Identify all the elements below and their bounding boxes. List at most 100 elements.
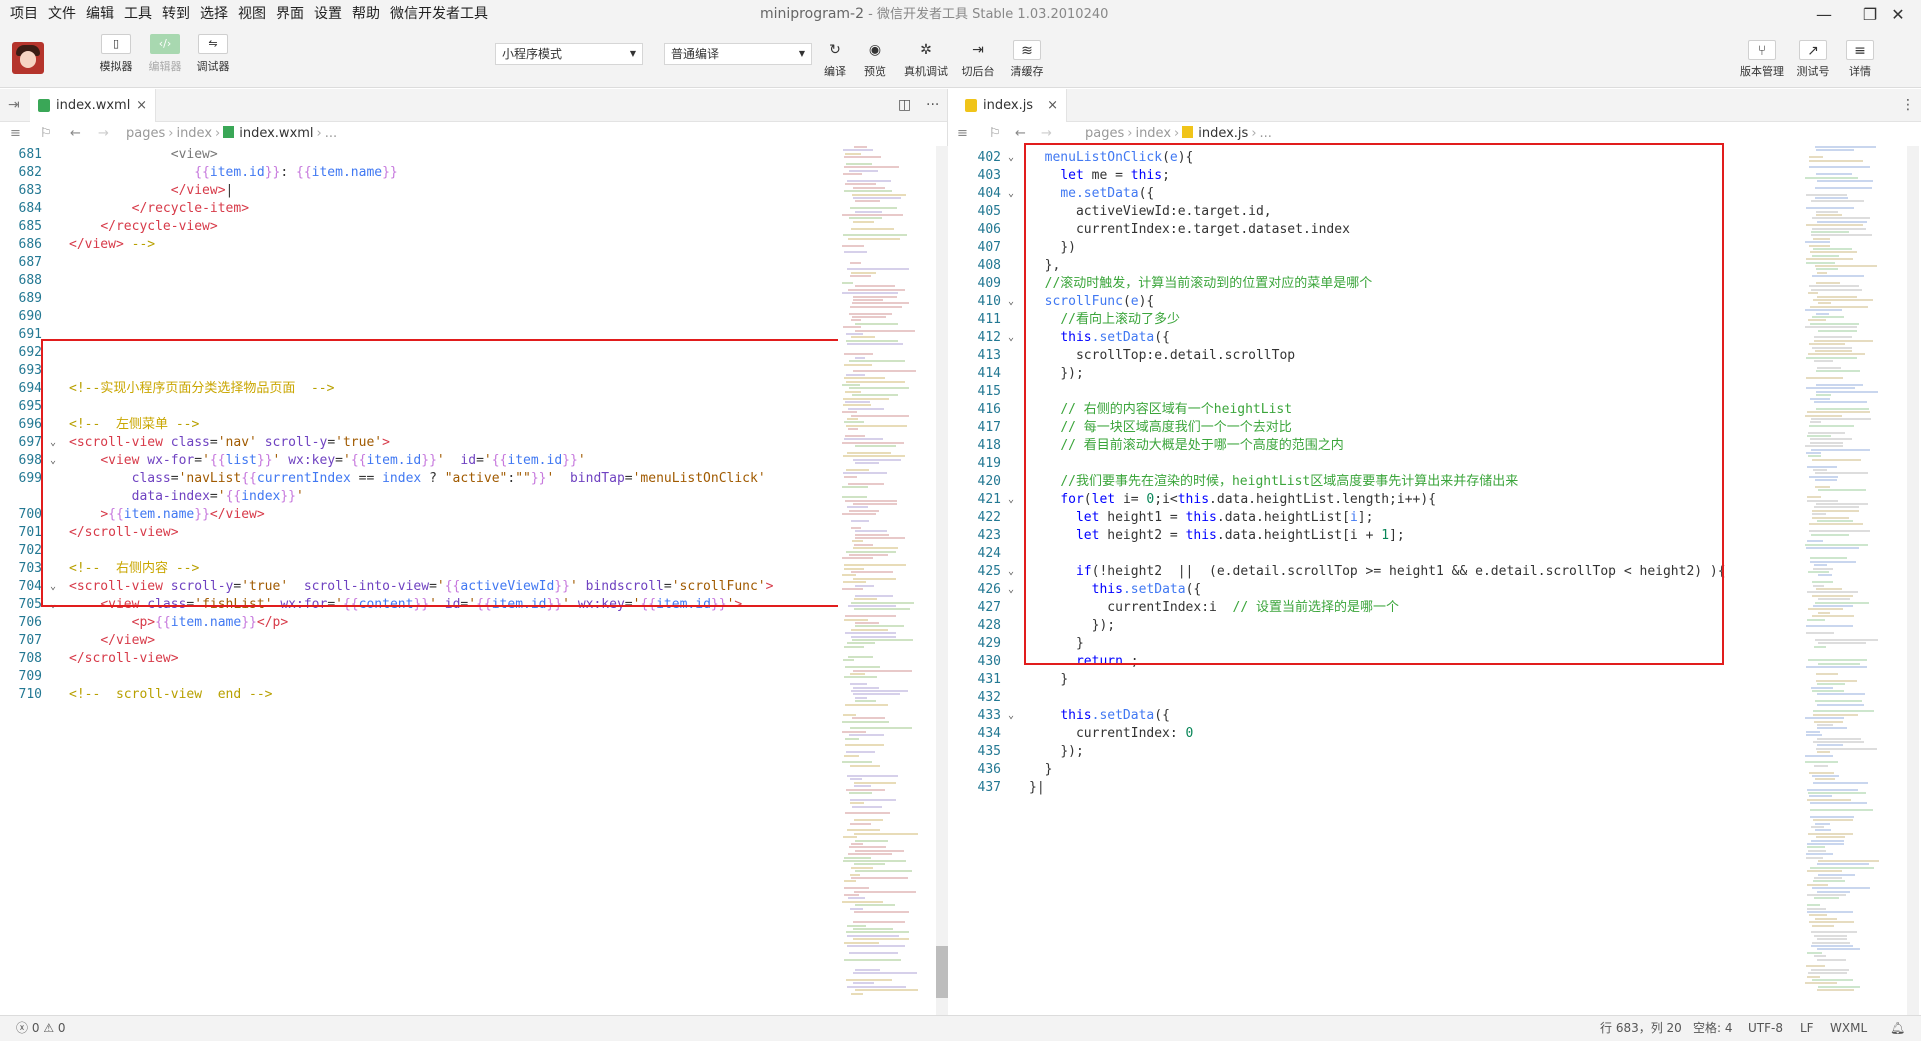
minimap-line — [855, 839, 888, 842]
minimap[interactable] — [838, 146, 918, 1016]
notification-icon[interactable]: 🔔︎ — [1890, 1016, 1905, 1041]
line-number: 435 — [977, 744, 1001, 759]
minimap-line — [843, 860, 906, 862]
minimap-line — [1809, 285, 1859, 288]
fold-chevron-icon[interactable]: ⌄ — [1008, 149, 1020, 167]
close-icon[interactable]: × — [1047, 89, 1058, 122]
tab-index-js[interactable]: index.js × — [949, 89, 1067, 122]
menu-item[interactable]: 微信开发者工具 — [385, 0, 493, 28]
fold-chevron-icon[interactable]: ⌄ — [1008, 491, 1020, 509]
fold-chevron-icon[interactable]: ⌄ — [1008, 707, 1020, 725]
line-number: 700 — [18, 507, 42, 522]
line-number: 414 — [977, 366, 1001, 381]
menu-item[interactable]: 文件 — [43, 0, 81, 28]
minimap-line — [842, 486, 868, 488]
minimap-line — [1817, 295, 1857, 298]
minimap-line — [1813, 567, 1833, 570]
minimap-line — [855, 904, 895, 907]
minimap-line — [852, 540, 863, 543]
cursor-position[interactable]: 行 683，列 20 — [1600, 1016, 1682, 1041]
fold-chevron-icon[interactable]: ⌄ — [1008, 185, 1020, 203]
menu-item[interactable]: 选择 — [195, 0, 233, 28]
layers-button[interactable]: ≋ 清缓存 — [1001, 40, 1053, 79]
indent-spaces[interactable]: 空格: 4 — [1693, 1016, 1733, 1041]
minimap-line — [1818, 611, 1830, 614]
minimap-line — [1809, 244, 1830, 247]
menu-item[interactable]: 工具 — [119, 0, 157, 28]
menu-button[interactable]: ≡ 详情 — [1834, 40, 1886, 79]
list-icon[interactable]: ≡ — [957, 122, 968, 146]
file-encoding[interactable]: UTF-8 — [1748, 1016, 1783, 1041]
close-button[interactable]: ✕ — [1875, 0, 1921, 28]
menu-item[interactable]: 编辑 — [81, 0, 119, 28]
back-icon[interactable]: ← — [70, 122, 81, 146]
minimap-line — [1818, 642, 1866, 645]
minimap[interactable] — [1801, 146, 1881, 1016]
minimap-line — [1815, 778, 1835, 781]
minimap-line — [852, 316, 886, 318]
breadcrumb-item[interactable]: index.js — [1198, 126, 1248, 141]
breadcrumb-item[interactable]: pages — [1085, 126, 1124, 141]
menu-item[interactable]: 视图 — [233, 0, 271, 28]
menu-item[interactable]: 转到 — [157, 0, 195, 28]
fold-chevron-icon[interactable]: ⌄ — [1008, 563, 1020, 581]
branch-button[interactable]: ⑂ 版本管理 — [1736, 40, 1788, 79]
menu-item[interactable]: 界面 — [271, 0, 309, 28]
more-icon[interactable]: ··· — [926, 89, 939, 122]
mode-select[interactable]: 小程序模式 ▼ — [495, 43, 643, 65]
bookmark-icon[interactable]: ⚐ — [989, 122, 1001, 146]
minimap-line — [1807, 843, 1844, 845]
fold-chevron-icon[interactable]: ⌄ — [1008, 581, 1020, 599]
bookmark-icon[interactable]: ⚐ — [40, 122, 52, 146]
scrollbar[interactable] — [1907, 146, 1919, 1016]
file-icon — [223, 126, 235, 138]
split-editor-icon[interactable]: ◫ — [898, 89, 911, 122]
menu-item[interactable]: 帮助 — [347, 0, 385, 28]
scrollbar-thumb[interactable] — [936, 946, 948, 998]
minimap-line — [1811, 448, 1870, 451]
avatar[interactable] — [12, 42, 44, 74]
minimap-line — [1807, 591, 1858, 594]
scrollbar[interactable] — [936, 146, 948, 1016]
error-status[interactable]: ⓧ 0 ⚠ 0 — [16, 1016, 66, 1041]
phone-toggle-button[interactable]: ▯ 模拟器 — [91, 34, 141, 74]
list-icon[interactable]: ≡ — [10, 122, 21, 146]
menu-item[interactable]: 设置 — [309, 0, 347, 28]
breadcrumb-item[interactable]: pages — [126, 126, 165, 141]
minimap-line — [848, 853, 892, 856]
line-number: 411 — [977, 312, 1001, 327]
code-toggle-button[interactable]: ‹/› 编辑器 — [140, 34, 190, 74]
language-mode[interactable]: WXML — [1830, 1016, 1867, 1041]
fold-chevron-icon[interactable]: ⌄ — [1008, 293, 1020, 311]
breadcrumb-item[interactable]: index — [1135, 126, 1171, 141]
eye-button[interactable]: ◉ 预览 — [849, 40, 901, 79]
breadcrumb-item[interactable]: ... — [1260, 126, 1272, 141]
switch-button[interactable]: ⇥ 切后台 — [952, 40, 1004, 79]
external-link-button[interactable]: ↗ 测试号 — [1787, 40, 1839, 79]
compile-select[interactable]: 普通编译 ▼ — [664, 43, 812, 65]
line-ending[interactable]: LF — [1800, 1016, 1814, 1041]
minimap-line — [844, 421, 864, 424]
breadcrumb-item[interactable]: index.wxml — [239, 126, 313, 141]
minimap-line — [855, 285, 895, 288]
minimap-line — [1815, 186, 1872, 189]
minimize-button[interactable]: — — [1801, 0, 1847, 28]
minimap-line — [853, 503, 897, 505]
fold-chevron-icon[interactable]: ⌄ — [1008, 329, 1020, 347]
minimap-line — [851, 414, 909, 417]
debug-toggle-button[interactable]: ⇋ 调试器 — [188, 34, 238, 74]
bug-button[interactable]: ✲ 真机调试 — [900, 40, 952, 79]
split-toggle-icon[interactable]: ⇥ — [8, 89, 20, 122]
layers-icon: ≋ — [1013, 40, 1041, 60]
minimap-line — [853, 982, 874, 985]
menu-item[interactable]: 项目 — [0, 0, 43, 28]
tab-index-wxml[interactable]: index.wxml × — [30, 89, 156, 122]
minimap-line — [844, 251, 867, 254]
minimap-line — [1810, 802, 1867, 805]
forward-icon[interactable]: → — [98, 122, 109, 146]
minimap-line — [1817, 727, 1847, 730]
more-icon[interactable]: ⋮ — [1901, 89, 1915, 122]
breadcrumb-item[interactable]: index — [176, 126, 212, 141]
close-icon[interactable]: × — [136, 89, 147, 122]
breadcrumb-item[interactable]: ... — [325, 126, 337, 141]
